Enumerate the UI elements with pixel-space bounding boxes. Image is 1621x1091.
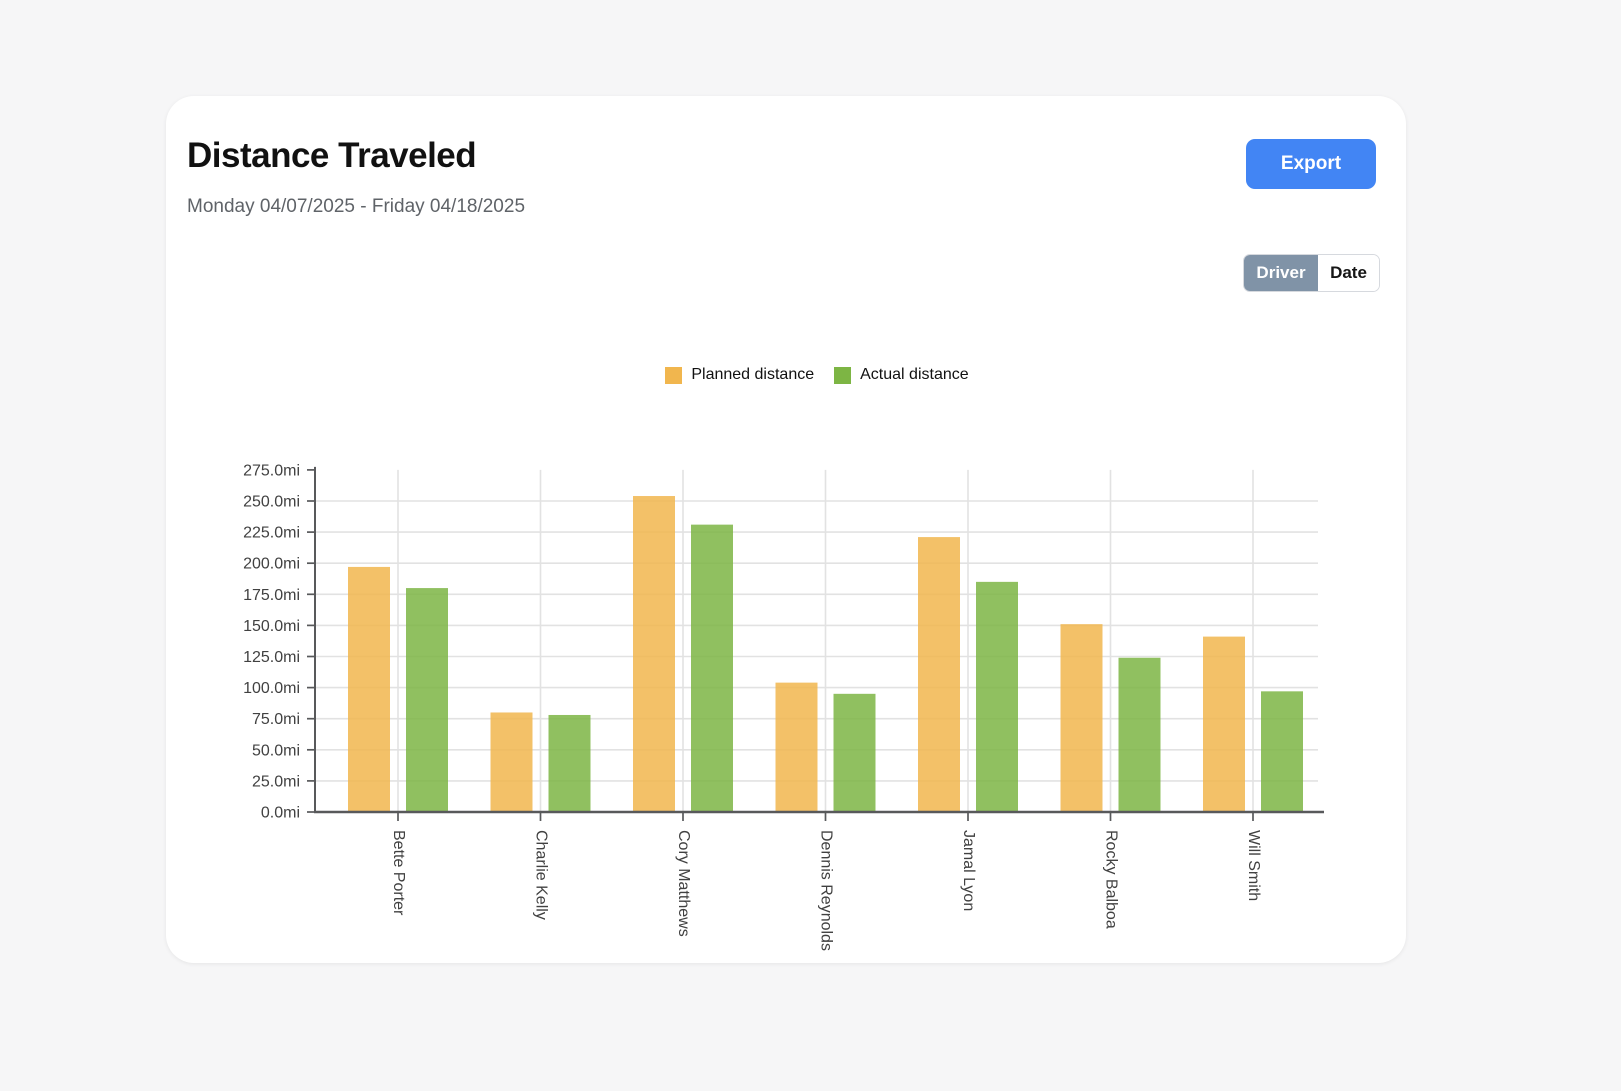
axis-tick-label: Dennis Reynolds	[818, 830, 835, 951]
axis-tick-label: 25.0mi	[252, 773, 300, 790]
bar-actual-2	[691, 525, 733, 812]
bar-planned-2	[633, 496, 675, 812]
axis-tick-label: 200.0mi	[243, 556, 300, 573]
axis-tick-label: 125.0mi	[243, 649, 300, 666]
axis-tick-label: 100.0mi	[243, 680, 300, 697]
bar-actual-5	[1119, 658, 1161, 812]
bar-chart: 0.0mi 25.0mi 50.0mi 75.0mi 100.0mi 125.0mi 150…	[166, 96, 1406, 963]
page-background: { "header": { "title": "Distance Travele…	[0, 0, 1621, 1091]
axis-tick-label: 175.0mi	[243, 587, 300, 604]
axis-tick-label: Bette Porter	[390, 830, 407, 916]
bar-actual-1	[549, 715, 591, 812]
bar-planned-1	[491, 712, 533, 812]
axis-tick-label: Jamal Lyon	[960, 830, 977, 911]
bar-planned-4	[918, 537, 960, 812]
bar-planned-3	[776, 683, 818, 812]
axis-tick-label: Rocky Balboa	[1103, 830, 1120, 929]
axis-tick-label: Cory Matthews	[675, 830, 692, 937]
axis-tick-label: Charlie Kelly	[533, 830, 550, 920]
bar-planned-6	[1203, 637, 1245, 812]
axis-tick-label: 250.0mi	[243, 494, 300, 511]
axis-tick-label: 225.0mi	[243, 525, 300, 542]
bar-actual-6	[1261, 691, 1303, 812]
axis-tick-label: 275.0mi	[243, 462, 300, 479]
bar-actual-3	[834, 694, 876, 812]
distance-traveled-card: Distance Traveled Monday 04/07/2025 - Fr…	[166, 96, 1406, 963]
bar-actual-0	[406, 588, 448, 812]
axis-tick-label: 150.0mi	[243, 618, 300, 635]
axis-tick-label: 50.0mi	[252, 742, 300, 759]
axis-tick-label: Will Smith	[1245, 830, 1262, 901]
bar-planned-0	[348, 567, 390, 812]
bar-planned-5	[1061, 624, 1103, 812]
axis-tick-label: 75.0mi	[252, 711, 300, 728]
axis-tick-label: 0.0mi	[261, 805, 300, 822]
bar-actual-4	[976, 582, 1018, 812]
